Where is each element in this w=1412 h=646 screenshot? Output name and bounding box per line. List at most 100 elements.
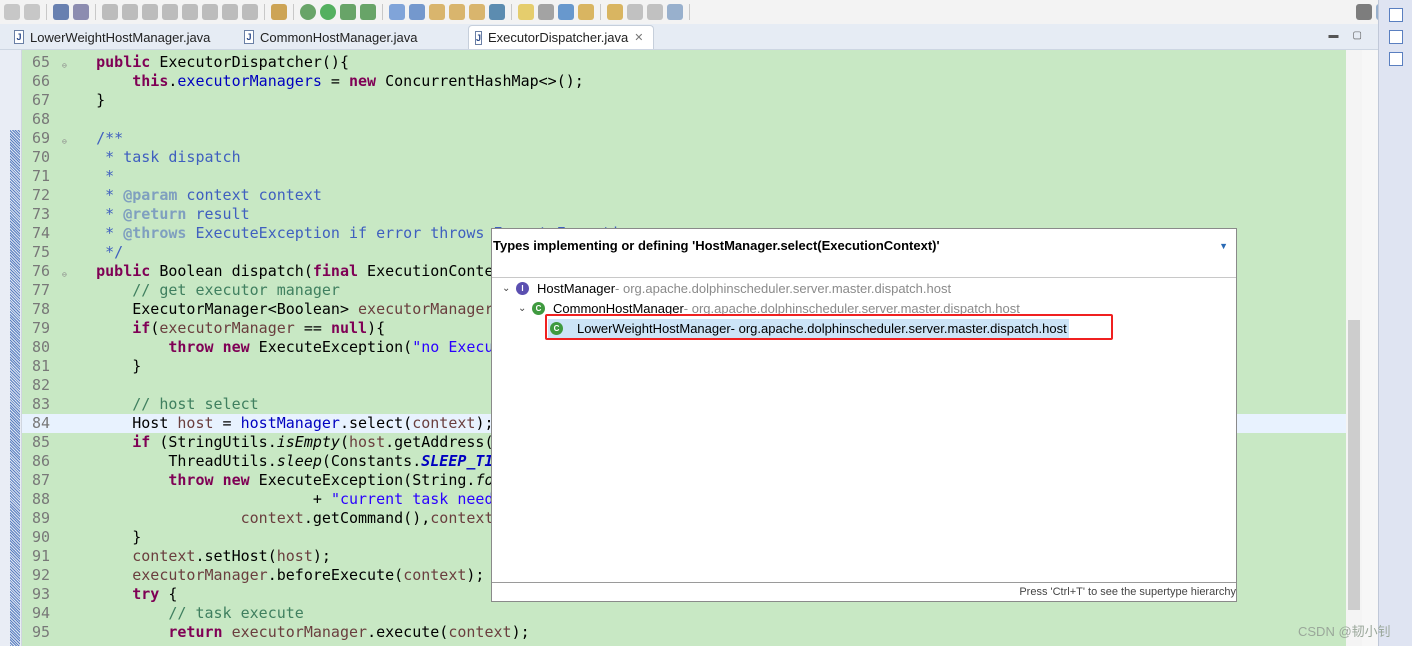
code-token: } [60, 357, 142, 375]
editor-tabs: J LowerWeightHostManager.java J CommonHost… [0, 24, 1378, 50]
code-token: (StringUtils. [150, 433, 277, 451]
code-line[interactable]: 95 return executorManager.execute(contex… [22, 623, 1346, 642]
code-token: final [312, 262, 359, 280]
search-icon[interactable] [469, 4, 485, 20]
code-token: + [60, 490, 331, 508]
run-icon[interactable] [320, 4, 336, 20]
main-toolbar [0, 0, 1412, 24]
drop-to-frame-icon[interactable] [242, 4, 258, 20]
line-number: 72 [31, 186, 50, 204]
code-token: "no Execu [412, 338, 494, 356]
tab-commonhostmanager[interactable]: J CommonHostManager.java [238, 25, 468, 49]
code-token: } [60, 91, 106, 109]
code-token: context [403, 566, 467, 584]
code-token: ( [150, 319, 160, 337]
quick-type-hierarchy-popup: Types implementing or defining 'HostMana… [491, 228, 1237, 602]
line-number: 95 [31, 623, 50, 641]
terminate-icon[interactable] [142, 4, 158, 20]
close-tab-icon[interactable]: ✕ [634, 31, 643, 44]
expand-chevron-icon[interactable]: ⌄ [518, 303, 532, 314]
code-token: ExecutionConte [358, 262, 494, 280]
external-tools-icon[interactable] [360, 4, 376, 20]
pin-editor-icon[interactable] [667, 4, 683, 20]
code-token: // host select [60, 395, 259, 413]
window-controls: ▬ ▢ [1329, 30, 1362, 41]
open-task-icon[interactable] [449, 4, 465, 20]
forward-icon[interactable] [647, 4, 663, 20]
code-line[interactable]: 71 * [22, 167, 1346, 186]
step-return-icon[interactable] [222, 4, 238, 20]
code-token: // task execute [60, 604, 304, 622]
code-token: executorManagers [177, 72, 322, 90]
tab-lowerweighthostmanager[interactable]: J LowerWeightHostManager.java [8, 25, 238, 49]
restore-icon[interactable] [1388, 8, 1403, 22]
save-all-icon[interactable] [24, 4, 40, 20]
debug-icon[interactable] [300, 4, 316, 20]
disconnect-icon[interactable] [162, 4, 178, 20]
code-line[interactable]: 70 * task dispatch [22, 148, 1346, 167]
next-annotation-icon[interactable] [578, 4, 594, 20]
toolbar-separator [689, 4, 690, 20]
code-line[interactable]: 66 this.executorManagers = new Concurren… [22, 72, 1346, 91]
code-line[interactable]: 69 ⊖ /** [22, 129, 1346, 148]
step-into-icon[interactable] [182, 4, 198, 20]
scrollbar-thumb[interactable] [1348, 320, 1360, 610]
code-line[interactable]: 72 * @param context context [22, 186, 1346, 205]
step-over-icon[interactable] [202, 4, 218, 20]
tab-label: CommonHostManager.java [260, 29, 418, 45]
code-token: */ [60, 243, 124, 261]
skip-breakpoints-icon[interactable] [73, 4, 89, 20]
popup-footer-hint: Press 'Ctrl+T' to see the supertype hier… [1019, 586, 1236, 598]
code-token: context [412, 414, 476, 432]
use-step-filters-icon[interactable] [271, 4, 287, 20]
outline-icon[interactable] [1388, 30, 1403, 44]
line-number: 93 [31, 585, 50, 603]
popup-title: Types implementing or defining 'HostMana… [493, 238, 940, 253]
code-token: if [132, 433, 151, 451]
minimize-icon[interactable]: ▬ [1329, 30, 1339, 41]
save-icon[interactable] [4, 4, 20, 20]
quick-access-search-icon[interactable] [1356, 4, 1372, 20]
toolbar-separator [382, 4, 383, 20]
code-token: ){ [367, 319, 386, 337]
tab-executordispatcher[interactable]: J ExecutorDispatcher.java ✕ [468, 25, 654, 49]
code-line[interactable]: 94 // task execute [22, 604, 1346, 623]
code-token: try [132, 585, 160, 603]
show-whitespace-icon[interactable] [538, 4, 554, 20]
web-browser-icon[interactable] [558, 4, 574, 20]
coverage-icon[interactable] [340, 4, 356, 20]
code-token: null [330, 319, 368, 337]
type-name: HostManager [537, 281, 616, 296]
code-line[interactable]: 68 [22, 110, 1346, 129]
expand-chevron-icon[interactable]: ⌄ [502, 283, 516, 294]
back-icon[interactable] [627, 4, 643, 20]
code-line[interactable]: 67 } [22, 91, 1346, 110]
code-token: @param [123, 186, 178, 204]
task-list-icon[interactable] [1388, 52, 1403, 66]
resume-icon[interactable] [102, 4, 118, 20]
new-class-icon[interactable] [389, 4, 405, 20]
code-line[interactable]: 65 ⊖ public ExecutorDispatcher(){ [22, 53, 1346, 72]
code-token: .getCommand(), [303, 509, 431, 527]
new-package-icon[interactable] [409, 4, 425, 20]
suspend-icon[interactable] [122, 4, 138, 20]
toggle-breadcrumb-icon[interactable] [518, 4, 534, 20]
filter-input[interactable] [493, 259, 1233, 277]
code-token: .select( [339, 414, 413, 432]
line-number: 83 [31, 395, 50, 413]
open-type-icon[interactable] [429, 4, 445, 20]
code-line[interactable]: 73 * @return result [22, 205, 1346, 224]
maximize-icon[interactable]: ▢ [1353, 30, 1362, 41]
view-menu-icon[interactable]: ▼ [1219, 241, 1228, 251]
code-token: * [60, 205, 124, 223]
code-token: executorManager [231, 623, 368, 641]
console-icon[interactable] [53, 4, 69, 20]
previous-annotation-icon[interactable] [607, 4, 623, 20]
line-number: 88 [31, 490, 50, 508]
code-token: return [168, 623, 223, 641]
code-token: new [222, 338, 250, 356]
code-token: .setHost( [195, 547, 277, 565]
tree-node-hostmanager[interactable]: ⌄ I HostManager - org.apache.dolphinsche… [502, 279, 951, 298]
toggle-mark-occurrences-icon[interactable] [489, 4, 505, 20]
